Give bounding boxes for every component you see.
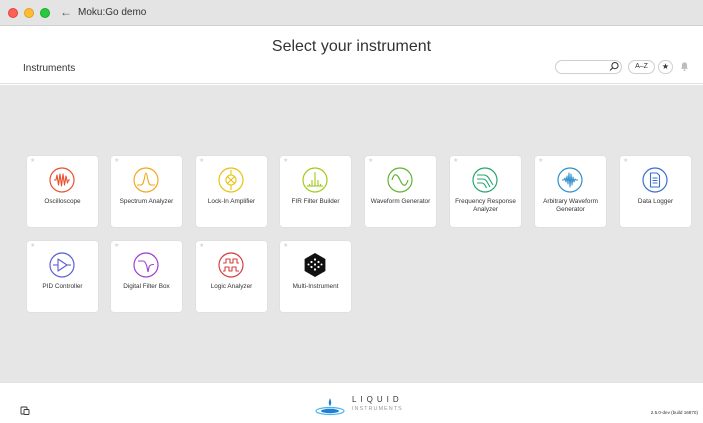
favorite-star-icon[interactable]: ★: [453, 158, 458, 165]
close-window-button[interactable]: [8, 8, 18, 18]
favorite-star-icon[interactable]: ★: [368, 158, 373, 165]
instrument-label: FIR Filter Builder: [291, 198, 340, 205]
device-icon[interactable]: [20, 406, 30, 416]
favorite-star-icon[interactable]: ★: [114, 243, 119, 250]
header: Select your instrument Instruments A–Z ★: [0, 26, 703, 84]
spectrum-analyzer-icon: [133, 167, 159, 193]
footer: LIQUID INSTRUMENTS 2.5.0-dev (build 1687…: [0, 382, 703, 423]
instrument-card-frequency-response-analyzer[interactable]: ★ Frequency Response Analyzer: [450, 156, 521, 227]
favorite-star-icon[interactable]: ★: [623, 158, 628, 165]
oscilloscope-icon: [49, 167, 75, 193]
instrument-card-waveform-generator[interactable]: ★ Waveform Generator: [365, 156, 436, 227]
section-label: Instruments: [23, 63, 76, 74]
fir-filter-builder-icon: [302, 167, 328, 193]
star-icon: ★: [661, 62, 670, 71]
favorite-star-icon[interactable]: ★: [199, 158, 204, 165]
instrument-card-arbitrary-waveform-generator[interactable]: ★ Arbitrary Waveform Generator: [535, 156, 606, 227]
instrument-label: Logic Analyzer: [210, 283, 253, 290]
zoom-window-button[interactable]: [40, 8, 50, 18]
logic-analyzer-icon: [218, 252, 244, 278]
waveform-generator-icon: [387, 167, 413, 193]
favorite-star-icon[interactable]: ★: [30, 158, 35, 165]
data-logger-icon: [642, 167, 668, 193]
instrument-label: Digital Filter Box: [123, 283, 170, 290]
instrument-card-spectrum-analyzer[interactable]: ★ Spectrum Analyzer: [111, 156, 182, 227]
pid-controller-icon: [49, 252, 75, 278]
instrument-card-multi-instrument[interactable]: ★ Multi-Instrument: [280, 241, 351, 312]
instrument-card-lock-in-amplifier[interactable]: ★ Lock-In Amplifier: [196, 156, 267, 227]
arbitrary-waveform-generator-icon: [557, 167, 583, 193]
sort-az-button[interactable]: A–Z: [628, 60, 655, 74]
digital-filter-box-icon: [133, 252, 159, 278]
favorite-star-icon[interactable]: ★: [283, 243, 288, 250]
instrument-card-oscilloscope[interactable]: ★ Oscilloscope: [27, 156, 98, 227]
app-window: ← Moku:Go demo Select your instrument In…: [0, 0, 703, 423]
instrument-label: Oscilloscope: [44, 198, 81, 205]
logo-wordmark: LIQUID: [352, 395, 403, 404]
frequency-response-analyzer-icon: [472, 167, 498, 193]
instrument-label: Spectrum Analyzer: [119, 198, 174, 205]
instrument-card-pid-controller[interactable]: ★ PID Controller: [27, 241, 98, 312]
title-bar: ← Moku:Go demo: [0, 0, 703, 26]
favorite-star-icon[interactable]: ★: [30, 243, 35, 250]
instrument-label: Lock-In Amplifier: [207, 198, 256, 205]
instrument-label: Waveform Generator: [370, 198, 431, 205]
minimize-window-button[interactable]: [24, 8, 34, 18]
version-label: 2.5.0-dev (build 16870): [650, 410, 698, 415]
instrument-label: Multi-Instrument: [292, 283, 339, 290]
favorite-star-icon[interactable]: ★: [283, 158, 288, 165]
multi-instrument-icon: [304, 253, 326, 277]
instrument-card-data-logger[interactable]: ★ Data Logger: [620, 156, 691, 227]
bell-icon[interactable]: [679, 61, 690, 72]
instrument-label: Data Logger: [637, 198, 674, 205]
favorite-star-icon[interactable]: ★: [114, 158, 119, 165]
search-icon[interactable]: [609, 61, 620, 72]
logo-subtitle: INSTRUMENTS: [352, 406, 403, 412]
instrument-label: Arbitrary Waveform Generator: [543, 198, 598, 213]
instrument-label: PID Controller: [42, 283, 83, 290]
instrument-grid: ★ Oscilloscope ★ Spectrum Analyzer ★ Loc…: [0, 85, 703, 382]
instrument-card-digital-filter-box[interactable]: ★ Digital Filter Box: [111, 241, 182, 312]
favorites-filter-button[interactable]: ★: [658, 60, 673, 74]
instrument-card-fir-filter-builder[interactable]: ★ FIR Filter Builder: [280, 156, 351, 227]
lock-in-amplifier-icon: [218, 167, 244, 193]
window-title: Moku:Go demo: [78, 7, 147, 18]
back-arrow-icon[interactable]: ←: [60, 5, 72, 19]
favorite-star-icon[interactable]: ★: [538, 158, 543, 165]
page-title: Select your instrument: [271, 38, 432, 55]
instrument-label: Frequency Response Analyzer: [455, 198, 516, 213]
favorite-star-icon[interactable]: ★: [199, 243, 204, 250]
instrument-card-logic-analyzer[interactable]: ★ Logic Analyzer: [196, 241, 267, 312]
